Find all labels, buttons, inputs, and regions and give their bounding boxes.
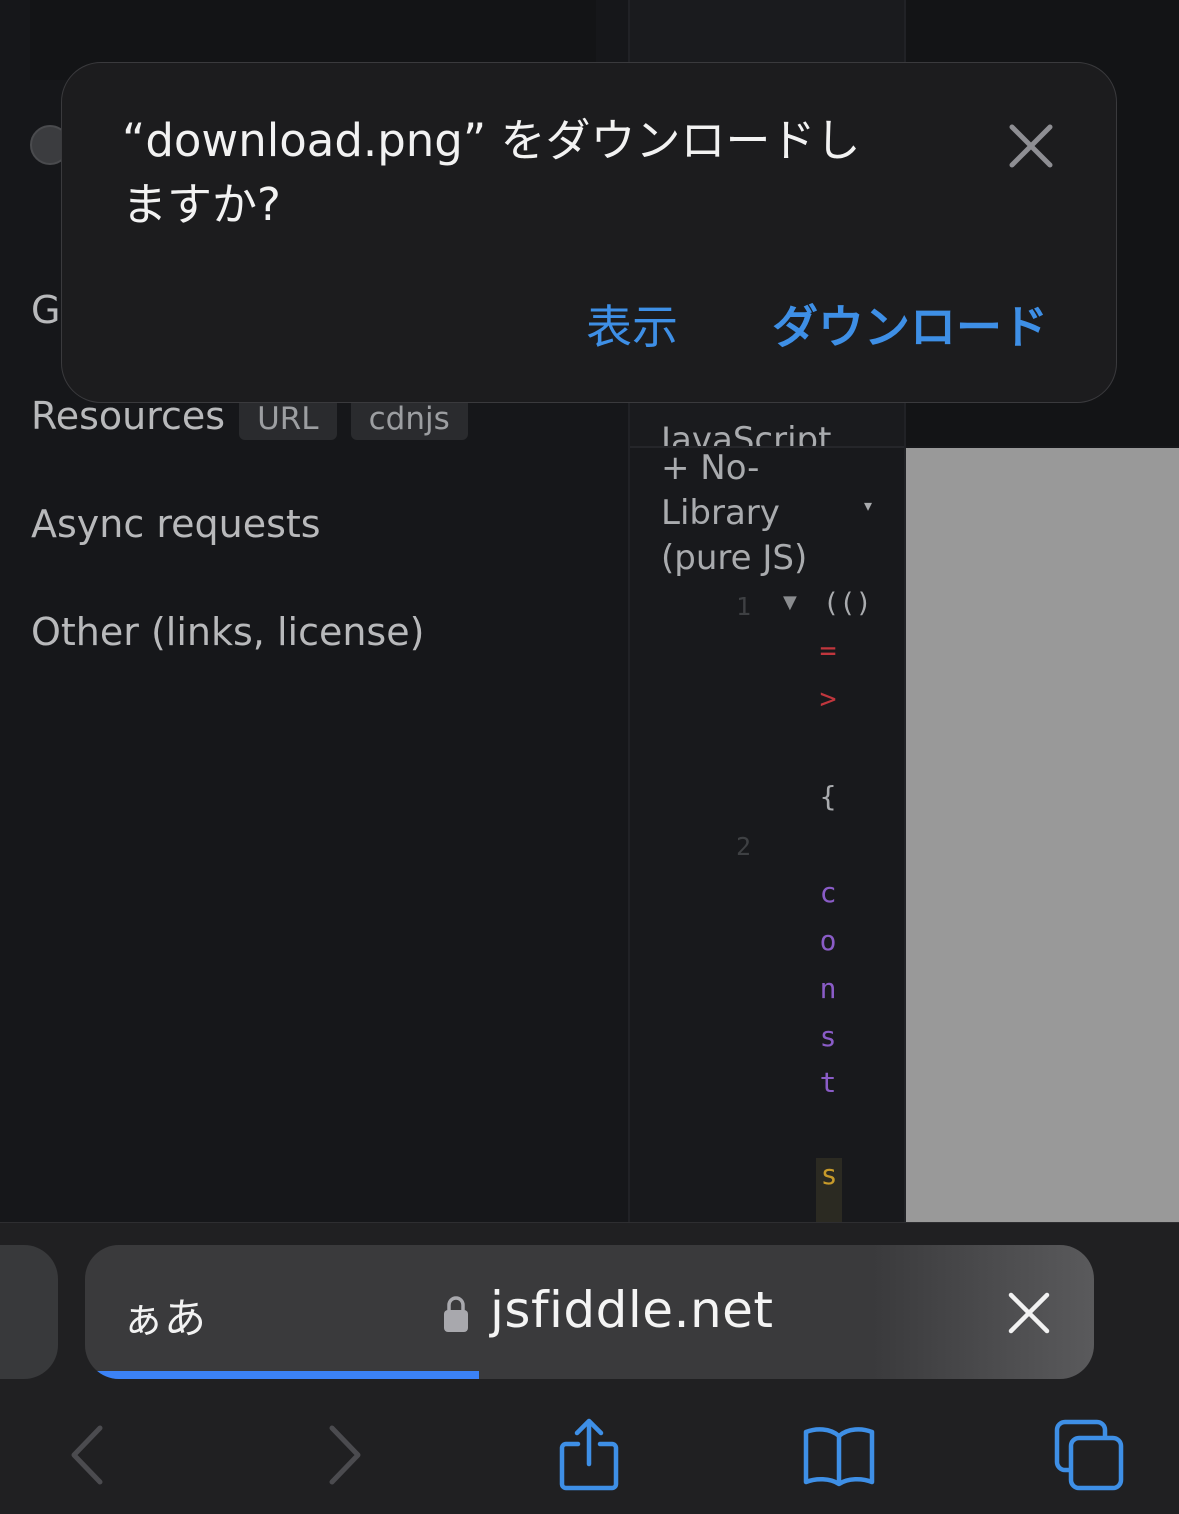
code-token: s	[816, 1158, 842, 1222]
address-bar[interactable]: ぁあ jsfiddle.net	[85, 1245, 1094, 1379]
lock-icon	[444, 1296, 468, 1332]
sidebar-item-partial[interactable]: G	[31, 288, 60, 332]
code-token: o	[819, 924, 837, 957]
code-token: n	[819, 972, 837, 1005]
sidebar-item-other[interactable]: Other (links, license)	[31, 610, 424, 654]
url-text[interactable]: jsfiddle.net	[490, 1281, 774, 1339]
framework-select[interactable]: JavaScript + No- Library (pure JS)	[661, 420, 861, 581]
line-number: 2	[736, 832, 752, 861]
close-icon[interactable]	[1008, 123, 1054, 169]
code-token: (()	[823, 588, 872, 619]
result-panel	[906, 448, 1179, 1222]
close-icon[interactable]	[1007, 1291, 1051, 1335]
share-icon[interactable]	[558, 1418, 620, 1492]
framework-label-line: (pure JS)	[661, 538, 808, 578]
dialog-message-line: “download.png” をダウンロードし	[122, 114, 861, 167]
tabs-icon[interactable]	[1054, 1418, 1124, 1492]
download-dialog: “download.png” をダウンロードし ますか? 表示 ダウンロード	[61, 62, 1117, 403]
cdnjs-tag[interactable]: cdnjs	[350, 397, 468, 440]
previous-tab-pill[interactable]	[0, 1245, 58, 1379]
code-token: {	[819, 780, 837, 813]
code-token: >	[819, 682, 837, 715]
sidebar-item-async-requests[interactable]: Async requests	[31, 502, 321, 546]
url-tag[interactable]: URL	[239, 397, 337, 440]
code-token: s	[819, 1020, 837, 1053]
code-token: c	[819, 876, 837, 909]
load-progress-bar	[85, 1371, 479, 1379]
dialog-message-line: ますか?	[122, 178, 281, 231]
code-token: =	[819, 634, 837, 667]
framework-label-line: Library	[661, 493, 780, 533]
forward-icon[interactable]	[322, 1418, 366, 1492]
bookmarks-icon[interactable]	[802, 1418, 876, 1492]
fold-arrow-icon[interactable]: ▼	[783, 592, 797, 613]
framework-label-line: + No-	[661, 448, 760, 488]
download-button[interactable]: ダウンロード	[772, 291, 1048, 357]
dialog-message: “download.png” をダウンロードし ますか?	[122, 109, 922, 237]
view-button[interactable]: 表示	[586, 291, 678, 357]
chevron-down-icon[interactable]: ▾	[864, 496, 872, 515]
page-settings-button[interactable]: ぁあ	[122, 1285, 206, 1346]
framework-label-line: JavaScript	[661, 420, 832, 446]
line-number: 1	[736, 592, 752, 621]
code-token: t	[819, 1066, 837, 1099]
back-icon[interactable]	[66, 1418, 110, 1492]
